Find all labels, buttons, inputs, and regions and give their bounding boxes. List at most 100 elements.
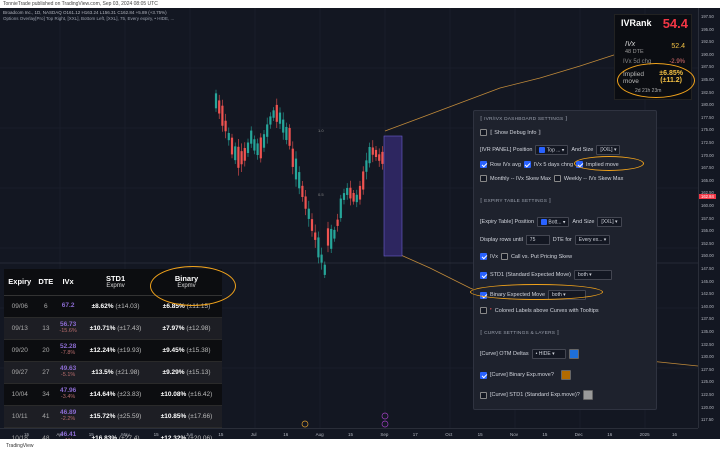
monthly-checkbox[interactable]	[480, 175, 487, 182]
col-expiry: Expiry	[4, 269, 36, 296]
ivx-change: -7.8%	[60, 350, 76, 356]
table-row: 09/20 20 52.28 -7.8% ±12.24% (±19.93) ±9.45% …	[4, 338, 222, 361]
weekly-label: Weekly -- IVx Skew Max	[563, 175, 624, 182]
std-pct: ±10.71%	[89, 324, 116, 332]
candle-body	[374, 149, 378, 158]
otm-select[interactable]: • HIDE ▾	[531, 349, 566, 359]
row-ivx-checkbox[interactable]	[480, 161, 487, 168]
section-title: ⟦ CURVE SETTINGS & LAYERS ⟧	[480, 331, 560, 336]
price-label: 167.50	[701, 165, 714, 171]
price-label: 137.50	[701, 316, 714, 322]
call-put-checkbox[interactable]	[500, 253, 508, 260]
candle-body	[368, 146, 371, 164]
bin-pct: ±9.45%	[162, 346, 185, 354]
candle-body	[288, 127, 291, 146]
cell-std: ±12.24% (±19.93)	[80, 338, 152, 361]
col-ivx: IVx	[56, 269, 81, 296]
debug-checkbox[interactable]	[480, 129, 487, 136]
curve-std-checkbox[interactable]	[480, 391, 487, 399]
time-label: Nov	[510, 432, 519, 437]
cell-dte: 6	[35, 294, 57, 317]
curve-std-color-swatch[interactable]	[582, 390, 593, 400]
price-label: 175.00	[701, 127, 714, 133]
binary-label: Binary Expected Move	[490, 292, 546, 298]
expiry-size-select[interactable]: [XXL] ▾	[597, 217, 622, 228]
candle-body	[243, 148, 246, 161]
rows-input[interactable]: 75	[525, 235, 550, 245]
section-title: ⟦ IVR/IVX DASHBOARD SETTINGS ⟧	[480, 117, 568, 122]
col-binary: Binary Expmv	[151, 269, 222, 296]
candle-body	[349, 187, 352, 199]
price-label: 122.50	[701, 392, 714, 397]
cell-std: ±14.64% (±23.83)	[80, 382, 152, 405]
ivx-change-label: IVx 5d chg	[623, 59, 652, 65]
candle-body	[317, 237, 320, 258]
bin-abs: (±15.38)	[186, 346, 211, 354]
cell-expiry: 09/20	[4, 338, 36, 361]
candle-body	[378, 154, 381, 161]
time-label: Dec	[574, 432, 583, 437]
price-label: 182.50	[701, 89, 714, 95]
tooltip-icon: ❜	[490, 307, 492, 314]
ivr-position-value: Top ...	[546, 147, 561, 154]
std1-value: both	[578, 272, 588, 278]
cell-dte: 34	[35, 382, 57, 405]
footer: TradingView	[0, 439, 720, 452]
weekly-checkbox[interactable]	[553, 175, 561, 182]
std-abs: (±17.43)	[117, 324, 142, 332]
table-row: 09/27 27 49.63 -5.1% ±13.5% (±21.98) ±9.29% (…	[4, 360, 222, 383]
candle-body	[253, 139, 256, 151]
std-pct: ±13.5%	[91, 368, 114, 376]
candle-body	[275, 104, 278, 122]
candle-body	[333, 229, 336, 239]
cell-expiry: 09/27	[4, 360, 36, 383]
candle-body	[269, 116, 272, 125]
ivx-change-value: -2.9%	[669, 59, 685, 65]
candle-body	[214, 93, 218, 109]
candle-body	[307, 208, 310, 219]
std1-select[interactable]: both ▾	[574, 270, 613, 280]
candle-body	[336, 219, 339, 226]
expiry-position-select[interactable]: Bott... ▾	[537, 217, 570, 228]
candle-body	[246, 142, 250, 154]
time-label: 16	[283, 432, 289, 437]
price-label: 165.00	[701, 177, 714, 183]
price-scale[interactable]: 197.50 195.00 192.50 190.00 187.50 185.00 182.…	[698, 8, 720, 428]
time-label: 16	[672, 432, 678, 437]
candle-body	[218, 100, 221, 114]
candle-body	[330, 228, 333, 249]
ivx5-checkbox[interactable]	[523, 161, 531, 168]
cell-dte: 13	[35, 316, 57, 339]
curve-binary-checkbox[interactable]	[480, 371, 487, 379]
ivr-panel-label: [IVR PANEL] Position	[480, 147, 533, 154]
implied-move-checkbox[interactable]	[576, 161, 584, 168]
binary-select[interactable]: both ▾	[548, 290, 587, 300]
cell-binary: ±9.29% (±15.13)	[151, 360, 222, 383]
debug-label: ⟦ Show Debug Info ⟧	[490, 129, 541, 136]
ivx-change: -5.1%	[60, 372, 76, 378]
ivr-size-select[interactable]: [XXL] ▾	[596, 145, 621, 156]
bin-abs: (±11.15)	[186, 302, 211, 310]
std-pct: ±12.24%	[89, 346, 116, 354]
expiry-table-label: [Expiry Table] Position	[480, 219, 535, 226]
price-label: 197.50	[701, 14, 714, 19]
curve-binary-color-swatch[interactable]	[560, 370, 571, 380]
std1-checkbox[interactable]	[480, 271, 487, 279]
col-dte: DTE	[35, 269, 57, 296]
colored-labels-checkbox[interactable]	[480, 307, 487, 314]
otm-color-swatch[interactable]	[568, 349, 579, 359]
colored-labels-label: Colored Labels above Curves with Tooltip…	[494, 307, 599, 314]
section-expiry: ⟦ EXPIRY TABLE SETTINGS ⟧	[480, 199, 551, 204]
candle-body	[250, 130, 253, 144]
time-label: 16	[607, 432, 613, 437]
every-select[interactable]: Every ex... ▾	[574, 235, 611, 245]
bin-pct: ±10.08%	[160, 390, 187, 398]
section-curve: ⟦ CURVE SETTINGS & LAYERS ⟧	[480, 331, 559, 336]
price-label: 147.50	[701, 266, 714, 271]
ivr-position-select[interactable]: Top ... ▾	[535, 145, 569, 156]
time-label: Sep	[380, 432, 389, 437]
binary-checkbox[interactable]	[480, 291, 487, 299]
std-sub: Expmv	[106, 283, 125, 290]
col-std: STD1 Expmv	[80, 269, 152, 296]
ivx-checkbox[interactable]	[480, 253, 487, 260]
